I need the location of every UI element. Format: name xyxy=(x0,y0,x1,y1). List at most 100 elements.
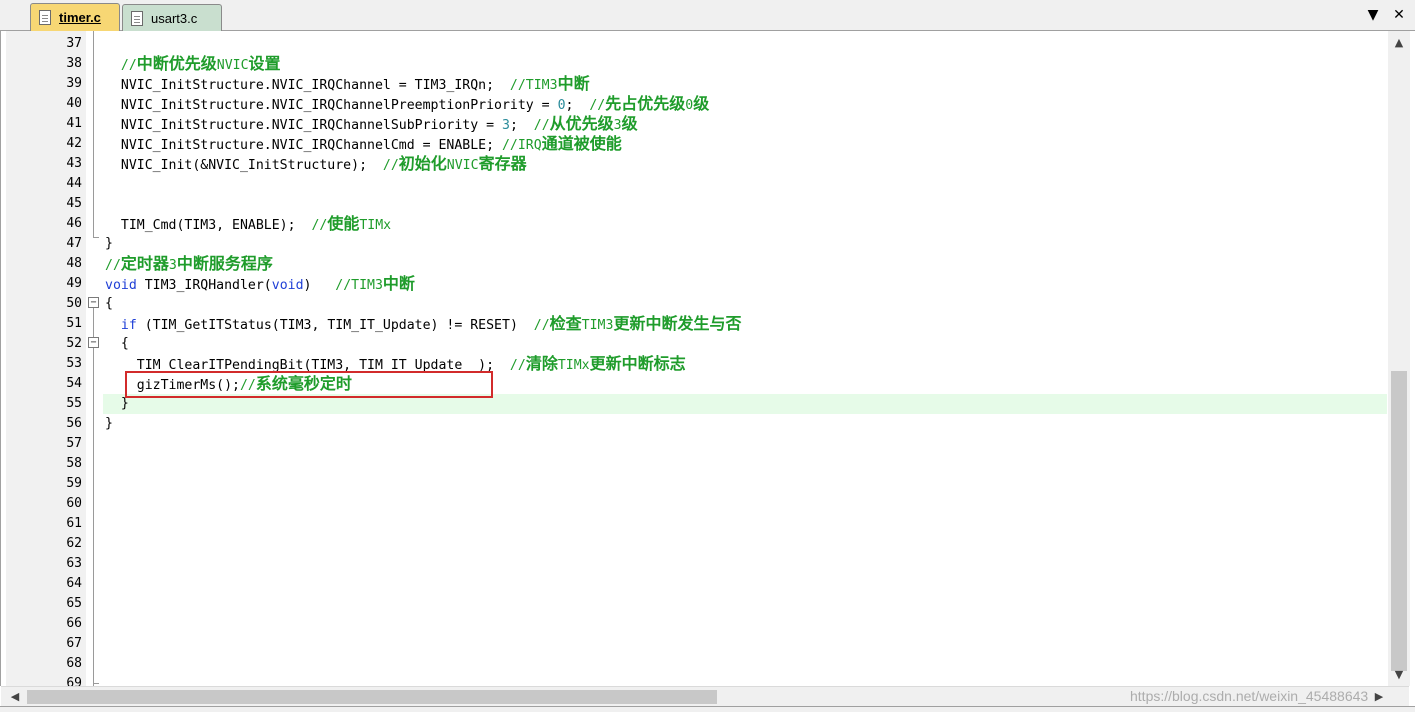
line-number: 39 xyxy=(66,76,82,91)
fold-toggle-icon[interactable]: − xyxy=(88,297,99,308)
comment-token: 先占优先级 xyxy=(605,94,686,113)
line-number: 51 xyxy=(66,316,82,331)
tab-bar: timer.c usart3.c ▼ ✕ xyxy=(0,0,1415,31)
tab-timer-c[interactable]: timer.c xyxy=(30,3,120,31)
line-number: 40 xyxy=(66,96,82,111)
code-token: NVIC_InitStructure.NVIC_IRQChannelPreemp… xyxy=(105,98,558,113)
fold-end-marker xyxy=(93,683,99,684)
code-line[interactable]: 47} xyxy=(1,234,1415,254)
code-line[interactable]: 50 { xyxy=(1,294,1415,314)
code-text[interactable]: NVIC_InitStructure.NVIC_IRQChannel = TIM… xyxy=(105,74,590,96)
line-number: 53 xyxy=(66,356,82,371)
code-text[interactable]: if (TIM_GetITStatus(TIM3, TIM_IT_Update)… xyxy=(105,314,742,336)
window-bottom-border xyxy=(0,706,1415,712)
code-text[interactable]: NVIC_InitStructure.NVIC_IRQChannelPreemp… xyxy=(105,94,709,116)
comment-token: NVIC xyxy=(216,58,249,73)
scroll-left-icon[interactable]: ◀ xyxy=(5,689,25,705)
code-line[interactable]: 40 NVIC_InitStructure.NVIC_IRQChannelPre… xyxy=(1,94,1415,114)
code-line[interactable]: 48 //定时器3中断服务程序 xyxy=(1,254,1415,274)
code-line[interactable]: 65 xyxy=(1,594,1415,614)
code-line[interactable]: 58 xyxy=(1,454,1415,474)
code-text[interactable]: } xyxy=(105,234,113,254)
comment-token: 定时器 xyxy=(120,254,169,273)
code-line[interactable]: 52 { xyxy=(1,334,1415,354)
line-number: 65 xyxy=(66,596,82,611)
code-token: NVIC_InitStructure.NVIC_IRQChannelCmd = … xyxy=(105,138,502,153)
watermark: https://blog.csdn.net/weixin_45488643 xyxy=(1130,688,1369,704)
code-line[interactable]: 41 NVIC_InitStructure.NVIC_IRQChannelSub… xyxy=(1,114,1415,134)
code-text[interactable]: //中断优先级NVIC设置 xyxy=(105,54,281,76)
line-number: 57 xyxy=(66,436,82,451)
code-text[interactable]: } xyxy=(105,414,113,434)
code-line[interactable]: 44 xyxy=(1,174,1415,194)
file-icon xyxy=(39,10,51,25)
code-token: (TIM_GetITStatus(TIM3, TIM_IT_Update) !=… xyxy=(136,318,534,333)
close-tab-icon[interactable]: ✕ xyxy=(1389,5,1409,25)
code-line[interactable]: 68 xyxy=(1,654,1415,674)
comment-token: //TIM3 xyxy=(509,78,558,93)
code-text[interactable]: NVIC_InitStructure.NVIC_IRQChannelSubPri… xyxy=(105,114,638,136)
code-editor[interactable]: 37 38 //中断优先级NVIC设置 39 NVIC_InitStructure.… xyxy=(0,31,1415,703)
keyword-token: void xyxy=(271,278,304,293)
code-line[interactable]: 62 xyxy=(1,534,1415,554)
line-number: 54 xyxy=(66,376,82,391)
line-number: 45 xyxy=(66,196,82,211)
code-line[interactable]: 63 xyxy=(1,554,1415,574)
red-highlight-box xyxy=(125,371,493,398)
scroll-up-icon[interactable]: ▲ xyxy=(1388,35,1410,51)
code-line[interactable]: 56} xyxy=(1,414,1415,434)
code-line[interactable]: 39 NVIC_InitStructure.NVIC_IRQChannel = … xyxy=(1,74,1415,94)
line-number: 44 xyxy=(66,176,82,191)
comment-token: //IRQ xyxy=(501,138,542,153)
line-number: 66 xyxy=(66,616,82,631)
code-line[interactable]: 61 xyxy=(1,514,1415,534)
code-token: ; xyxy=(565,98,590,113)
code-line[interactable]: 51 if (TIM_GetITStatus(TIM3, TIM_IT_Upda… xyxy=(1,314,1415,334)
code-line[interactable]: 49 void TIM3_IRQHandler(void) //TIM3中断 xyxy=(1,274,1415,294)
code-line[interactable]: 37 xyxy=(1,34,1415,54)
vertical-scroll-thumb[interactable] xyxy=(1391,371,1407,671)
code-line[interactable]: 57 xyxy=(1,434,1415,454)
code-line[interactable]: 38 //中断优先级NVIC设置 xyxy=(1,54,1415,74)
code-line[interactable]: 60 xyxy=(1,494,1415,514)
horizontal-scroll-thumb[interactable] xyxy=(27,690,717,704)
comment-token: 从优先级 xyxy=(549,114,614,133)
code-text[interactable]: TIM_Cmd(TIM3, ENABLE); //使能TIMx xyxy=(105,214,391,236)
code-text[interactable]: { xyxy=(105,294,113,314)
tab-usart3-c[interactable]: usart3.c xyxy=(122,4,222,31)
code-text[interactable]: void TIM3_IRQHandler(void) //TIM3中断 xyxy=(105,274,415,296)
code-line[interactable]: 64 xyxy=(1,574,1415,594)
line-number: 42 xyxy=(66,136,82,151)
code-text[interactable]: //定时器3中断服务程序 xyxy=(105,254,273,276)
comment-token: 设置 xyxy=(248,54,281,73)
code-line[interactable]: 42 NVIC_InitStructure.NVIC_IRQChannelCmd… xyxy=(1,134,1415,154)
code-text[interactable]: { xyxy=(105,334,129,354)
code-line[interactable]: 67 xyxy=(1,634,1415,654)
code-token: TIM3_IRQHandler( xyxy=(136,278,272,293)
code-token: } xyxy=(105,396,129,411)
code-line[interactable]: 59 xyxy=(1,474,1415,494)
line-number: 50 xyxy=(66,296,82,311)
line-number: 49 xyxy=(66,276,82,291)
line-number: 67 xyxy=(66,636,82,651)
scroll-right-icon[interactable]: ▶ xyxy=(1369,689,1389,705)
comment-token: TIM3 xyxy=(581,318,614,333)
line-number: 55 xyxy=(66,396,82,411)
tab-list-dropdown-icon[interactable]: ▼ xyxy=(1363,5,1383,25)
comment-token: // xyxy=(533,318,550,333)
code-text[interactable]: NVIC_Init(&NVIC_InitStructure); //初始化NVI… xyxy=(105,154,527,176)
scroll-down-icon[interactable]: ▼ xyxy=(1388,667,1410,683)
vertical-scrollbar[interactable]: ▲ ▼ xyxy=(1388,31,1410,686)
code-line[interactable]: 66 xyxy=(1,614,1415,634)
fold-toggle-icon[interactable]: − xyxy=(88,337,99,348)
tab-label: usart3.c xyxy=(151,10,198,26)
comment-token: 寄存器 xyxy=(478,154,527,173)
code-token: } xyxy=(105,236,113,251)
code-line[interactable]: 46 TIM_Cmd(TIM3, ENABLE); //使能TIMx xyxy=(1,214,1415,234)
code-token: ; xyxy=(509,118,534,133)
code-line[interactable]: 45 xyxy=(1,194,1415,214)
code-line[interactable]: 43 NVIC_Init(&NVIC_InitStructure); //初始化… xyxy=(1,154,1415,174)
code-text[interactable]: NVIC_InitStructure.NVIC_IRQChannelCmd = … xyxy=(105,134,622,156)
code-token: NVIC_Init(&NVIC_InitStructure); xyxy=(105,158,383,173)
